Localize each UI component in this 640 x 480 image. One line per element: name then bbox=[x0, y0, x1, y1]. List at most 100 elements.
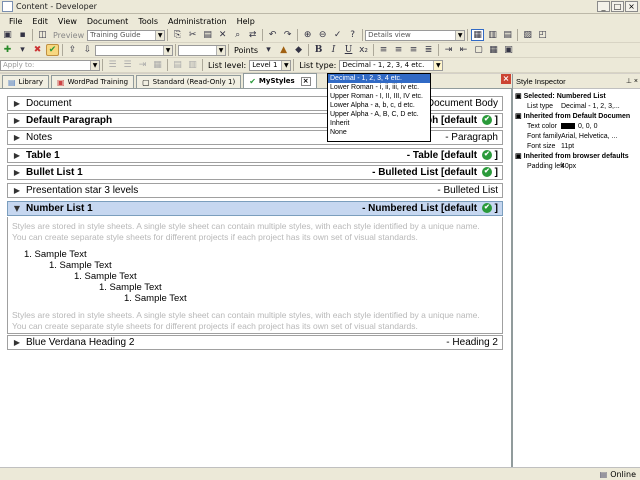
table-row-icon[interactable]: ▤ bbox=[171, 59, 184, 71]
undo-icon[interactable]: ↶ bbox=[266, 29, 279, 41]
maximize-button[interactable]: □ bbox=[611, 1, 624, 12]
expand-arrow-icon[interactable]: ▶ bbox=[8, 168, 26, 177]
save-icon[interactable]: ▪ bbox=[16, 29, 29, 41]
redo-icon[interactable]: ↷ bbox=[281, 29, 294, 41]
expand-arrow-icon[interactable]: ▶ bbox=[8, 116, 26, 125]
list-level-select[interactable]: Level 1 ▼ bbox=[249, 59, 292, 71]
list-type-select[interactable]: Decimal - 1, 2, 3, 4 etc. ▼ bbox=[339, 59, 444, 71]
find-icon[interactable]: ⌕ bbox=[231, 29, 244, 41]
expand-arrow-icon[interactable]: ▶ bbox=[8, 186, 26, 195]
apply-to-select[interactable]: Apply to: ▼ bbox=[0, 59, 100, 71]
underline-button[interactable]: U bbox=[342, 44, 355, 56]
menu-view[interactable]: View bbox=[53, 17, 82, 26]
menu-tools[interactable]: Tools bbox=[133, 17, 163, 26]
italic-button[interactable]: I bbox=[327, 44, 340, 56]
style-row-bullet-list-1[interactable]: ▶ Bullet List 1 - Bulleted List [default… bbox=[7, 165, 503, 180]
copy-icon[interactable]: ⎘ bbox=[171, 29, 184, 41]
cut-icon[interactable]: ✂ bbox=[186, 29, 199, 41]
import-icon[interactable]: ⇪ bbox=[66, 44, 79, 56]
list-type-option[interactable]: None bbox=[328, 128, 430, 137]
spellcheck-icon[interactable]: ✓ bbox=[331, 29, 344, 41]
chevron-down-icon: ▼ bbox=[455, 30, 465, 40]
tab-wordpad-training[interactable]: ▣ WordPad Training bbox=[51, 75, 135, 88]
template-select[interactable]: Training Guide ▼ bbox=[87, 29, 166, 41]
border-icon[interactable]: ▢ bbox=[472, 44, 485, 56]
chevron-down-icon[interactable]: ▾ bbox=[262, 44, 275, 56]
close-tab-icon[interactable]: × bbox=[300, 76, 311, 86]
menu-edit[interactable]: Edit bbox=[27, 17, 53, 26]
list-type-option[interactable]: Upper Roman - I, II, III, IV etc. bbox=[328, 92, 430, 101]
close-inspector-icon[interactable]: × bbox=[501, 74, 511, 84]
outdent-icon[interactable]: ⇤ bbox=[457, 44, 470, 56]
bold-button[interactable]: B bbox=[312, 44, 325, 56]
panel-icon[interactable]: ▥ bbox=[486, 29, 499, 41]
list-type-option[interactable]: Upper Alpha - A, B, C, D etc. bbox=[328, 110, 430, 119]
list-type-option[interactable]: Lower Alpha - a, b, c, d etc. bbox=[328, 101, 430, 110]
style-row-presentation-star[interactable]: ▶ Presentation star 3 levels - Bulleted … bbox=[7, 183, 503, 198]
split-icon[interactable]: ▤ bbox=[501, 29, 514, 41]
close-window-button[interactable]: × bbox=[625, 1, 638, 12]
align-left-icon[interactable]: ≡ bbox=[377, 44, 390, 56]
collapse-icon[interactable]: ▣ bbox=[515, 92, 522, 102]
preview-icon[interactable]: ◫ bbox=[36, 29, 49, 41]
online-icon: ▤ bbox=[599, 469, 608, 479]
tab-library[interactable]: ▤ Library bbox=[2, 75, 50, 88]
help-icon[interactable]: ? bbox=[346, 29, 359, 41]
expand-arrow-icon[interactable]: ▶ bbox=[8, 151, 26, 160]
menu-file[interactable]: File bbox=[4, 17, 27, 26]
preview-button[interactable]: Preview bbox=[50, 31, 87, 40]
replace-icon[interactable]: ⇄ bbox=[246, 29, 259, 41]
table-icon[interactable]: ▦ bbox=[151, 59, 164, 71]
color-icon[interactable]: ▲ bbox=[277, 44, 290, 56]
tab-mystyles[interactable]: ✔ MyStyles × bbox=[243, 73, 317, 88]
collapse-icon[interactable]: ▣ bbox=[515, 112, 522, 122]
property-key: Text color bbox=[527, 123, 557, 130]
window-icon[interactable]: ◰ bbox=[536, 29, 549, 41]
subscript-icon[interactable]: x₂ bbox=[357, 44, 370, 56]
list-bullet-icon[interactable]: ☰ bbox=[106, 59, 119, 71]
pin-icon[interactable]: ⊥ bbox=[626, 78, 632, 85]
align-justify-icon[interactable]: ≣ bbox=[422, 44, 435, 56]
chevron-down-icon[interactable]: ▾ bbox=[16, 44, 29, 56]
export-icon[interactable]: ⇩ bbox=[81, 44, 94, 56]
list-type-option[interactable]: Inherit bbox=[328, 119, 430, 128]
font-select[interactable]: ▼ bbox=[178, 44, 226, 56]
open-folder-icon[interactable]: ▣ bbox=[1, 29, 14, 41]
style-row-table-1[interactable]: ▶ Table 1 - Table [default ✔ ] bbox=[7, 148, 503, 163]
indent-icon[interactable]: ⇥ bbox=[442, 44, 455, 56]
table-col-icon[interactable]: ▥ bbox=[186, 59, 199, 71]
remove-icon[interactable]: ✖ bbox=[31, 44, 44, 56]
align-center-icon[interactable]: ≡ bbox=[392, 44, 405, 56]
layout-icon[interactable]: ▦ bbox=[471, 29, 485, 41]
menu-help[interactable]: Help bbox=[232, 17, 260, 26]
align-right-icon[interactable]: ≡ bbox=[407, 44, 420, 56]
expand-arrow-icon[interactable]: ▶ bbox=[8, 99, 26, 108]
grid-icon[interactable]: ▦ bbox=[487, 44, 500, 56]
delete-icon[interactable]: ✕ bbox=[216, 29, 229, 41]
style-row-blue-verdana-heading-2[interactable]: ▶ Blue Verdana Heading 2 - Heading 2 bbox=[7, 335, 503, 350]
unlink-icon[interactable]: ⊖ bbox=[316, 29, 329, 41]
collapse-icon[interactable]: ▣ bbox=[515, 152, 522, 162]
add-icon[interactable]: ✚ bbox=[1, 44, 14, 56]
style-select[interactable]: ▼ bbox=[95, 44, 173, 56]
style-row-number-list-1[interactable]: ▼ Number List 1 - Numbered List [default… bbox=[7, 201, 503, 216]
paste-icon[interactable]: ▤ bbox=[201, 29, 214, 41]
list-type-option[interactable]: Decimal - 1, 2, 3, 4 etc. bbox=[328, 74, 430, 83]
expand-arrow-icon[interactable]: ▶ bbox=[8, 133, 26, 142]
collapse-arrow-icon[interactable]: ▼ bbox=[8, 204, 26, 213]
list-number-icon[interactable]: ☰ bbox=[121, 59, 134, 71]
highlight-icon[interactable]: ◆ bbox=[292, 44, 305, 56]
menu-document[interactable]: Document bbox=[82, 17, 133, 26]
list-type-option[interactable]: Lower Roman - i, ii, iii, iv etc. bbox=[328, 83, 430, 92]
view-select[interactable]: Details view ▼ bbox=[365, 29, 466, 41]
list-indent-icon[interactable]: ⇥ bbox=[136, 59, 149, 71]
apply-check-icon[interactable]: ✔ bbox=[46, 44, 59, 56]
box-icon[interactable]: ▣ bbox=[502, 44, 515, 56]
expand-arrow-icon[interactable]: ▶ bbox=[8, 338, 26, 347]
tab-standard-read-only[interactable]: ▢ Standard (Read-Only 1) bbox=[136, 75, 242, 88]
publish-icon[interactable]: ▨ bbox=[521, 29, 534, 41]
close-icon[interactable]: × bbox=[634, 78, 638, 85]
link-icon[interactable]: ⊕ bbox=[301, 29, 314, 41]
minimize-button[interactable]: _ bbox=[597, 1, 610, 12]
menu-administration[interactable]: Administration bbox=[163, 17, 232, 26]
